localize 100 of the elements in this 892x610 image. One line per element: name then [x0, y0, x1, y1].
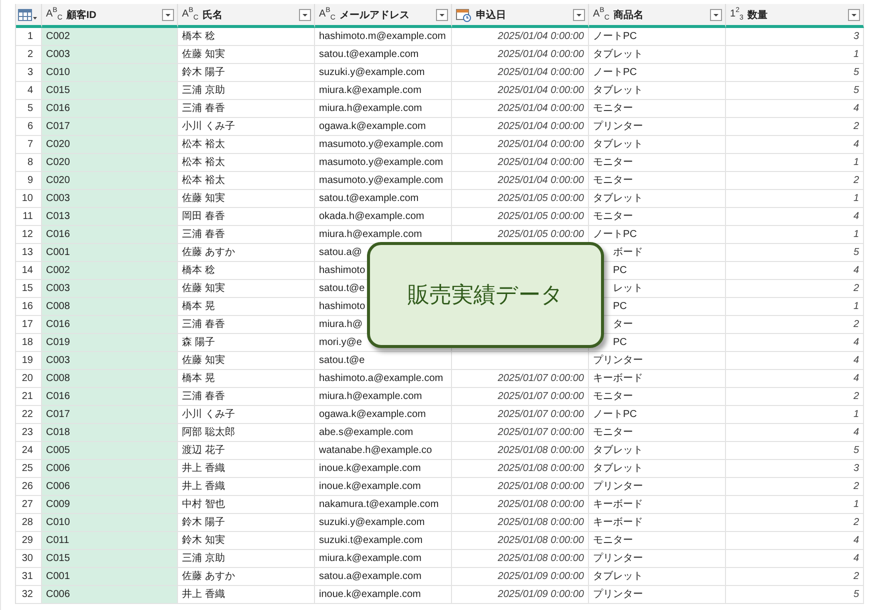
row-number: 22 — [16, 406, 42, 424]
row-number: 12 — [16, 226, 42, 244]
filter-dropdown-button[interactable] — [162, 8, 174, 20]
table-cell: C010 — [42, 514, 178, 532]
table-cell: C017 — [42, 406, 178, 424]
table-cell: モニター — [589, 532, 726, 550]
table-cell: 2 — [726, 478, 864, 496]
column-header[interactable]: 申込日 — [452, 4, 589, 28]
row-number: 27 — [16, 496, 42, 514]
table-cell: 1 — [726, 496, 864, 514]
row-number: 1 — [16, 28, 42, 46]
table-cell: satou.t@example.com — [315, 190, 452, 208]
table-cell: 2025/01/04 0:00:00 — [452, 28, 589, 46]
table-cell: 2025/01/07 0:00:00 — [452, 370, 589, 388]
table-cell: 4 — [726, 550, 864, 568]
filter-dropdown-button[interactable] — [573, 8, 585, 20]
row-number: 15 — [16, 280, 42, 298]
table-cell: ogawa.k@example.com — [315, 118, 452, 136]
table-cell: 1 — [726, 154, 864, 172]
column-header[interactable]: A$^{B}$$_{C}$ メールアドレス — [315, 4, 452, 28]
table-cell: C002 — [42, 28, 178, 46]
filter-dropdown-button[interactable] — [848, 8, 860, 20]
table-cell: suzuki.y@example.com — [315, 514, 452, 532]
row-number: 28 — [16, 514, 42, 532]
table-cell: C009 — [42, 496, 178, 514]
table-cell: 2 — [726, 280, 864, 298]
table-cell: satou.t@example.com — [315, 46, 452, 64]
table-cell: タブレット — [589, 136, 726, 154]
table-cell: 2025/01/04 0:00:00 — [452, 136, 589, 154]
calendar-clock-icon — [456, 8, 472, 22]
table-cell: C003 — [42, 190, 178, 208]
table-cell: 佐藤 あすか — [178, 244, 315, 262]
table-cell: 2025/01/04 0:00:00 — [452, 82, 589, 100]
table-cell: inoue.k@example.com — [315, 478, 452, 496]
table-cell: 松本 裕太 — [178, 136, 315, 154]
table-cell: C008 — [42, 298, 178, 316]
column-title: 申込日 — [476, 8, 507, 22]
table-cell: 三浦 京助 — [178, 82, 315, 100]
filter-dropdown-button[interactable] — [710, 8, 722, 20]
table-menu-button[interactable] — [18, 8, 38, 20]
table-cell: C008 — [42, 370, 178, 388]
table-cell: 井上 香織 — [178, 460, 315, 478]
table-cell: モニター — [589, 424, 726, 442]
row-number: 23 — [16, 424, 42, 442]
column-header[interactable]: A$^{B}$$_{C}$ 商品名 — [589, 4, 726, 28]
table-cell: 阿部 聡太郎 — [178, 424, 315, 442]
row-number: 19 — [16, 352, 42, 370]
table-cell: 2 — [726, 514, 864, 532]
table-cell: 三浦 春香 — [178, 388, 315, 406]
table-cell: ogawa.k@example.com — [315, 406, 452, 424]
row-number: 17 — [16, 316, 42, 334]
table-cell: C016 — [42, 316, 178, 334]
table-cell: C005 — [42, 442, 178, 460]
table-cell: キーボード — [589, 514, 726, 532]
table-cell: 2025/01/04 0:00:00 — [452, 118, 589, 136]
column-title: メールアドレス — [339, 8, 410, 22]
table-cell: hashimoto.m@example.com — [315, 28, 452, 46]
table-cell: C003 — [42, 352, 178, 370]
table-cell: C015 — [42, 82, 178, 100]
table-cell: C018 — [42, 424, 178, 442]
filter-dropdown-button[interactable] — [436, 8, 448, 20]
table-cell: 2025/01/08 0:00:00 — [452, 514, 589, 532]
table-cell: C016 — [42, 388, 178, 406]
table-cell: 2025/01/08 0:00:00 — [452, 550, 589, 568]
table-cell: C016 — [42, 100, 178, 118]
table-cell: 2 — [726, 316, 864, 334]
table-cell: C020 — [42, 172, 178, 190]
table-cell: 2025/01/08 0:00:00 — [452, 478, 589, 496]
table-cell: ノートPC — [589, 28, 726, 46]
table-cell: 2025/01/07 0:00:00 — [452, 406, 589, 424]
column-header[interactable]: A$^{B}$$_{C}$ 顧客ID — [42, 4, 178, 28]
table-cell: 橋本 稔 — [178, 28, 315, 46]
table-cell: 2025/01/05 0:00:00 — [452, 190, 589, 208]
callout-label: 販売実績データ — [367, 242, 604, 348]
filter-dropdown-button[interactable] — [299, 8, 311, 20]
table-cell: 2025/01/08 0:00:00 — [452, 460, 589, 478]
table-cell: 2025/01/04 0:00:00 — [452, 154, 589, 172]
column-title: 顧客ID — [66, 8, 98, 22]
column-title: 商品名 — [613, 8, 644, 22]
table-cell: miura.k@example.com — [315, 550, 452, 568]
table-cell: C015 — [42, 550, 178, 568]
table-cell: satou.t@e — [315, 352, 452, 370]
table-cell: モニター — [589, 172, 726, 190]
column-header[interactable]: A$^{B}$$_{C}$ 氏名 — [178, 4, 315, 28]
table-cell: 2025/01/08 0:00:00 — [452, 532, 589, 550]
table-cell: 5 — [726, 244, 864, 262]
column-header[interactable]: 1$^{2}$$_{3}$ 数量 — [726, 4, 864, 28]
table-cell: 小川 くみ子 — [178, 406, 315, 424]
table-cell: C019 — [42, 334, 178, 352]
table-cell: 2025/01/07 0:00:00 — [452, 388, 589, 406]
table-cell: 1 — [726, 226, 864, 244]
row-number: 16 — [16, 298, 42, 316]
table-cell: 渡辺 花子 — [178, 442, 315, 460]
table-cell: 三浦 春香 — [178, 100, 315, 118]
row-number: 30 — [16, 550, 42, 568]
row-number: 24 — [16, 442, 42, 460]
table-cell: watanabe.h@example.co — [315, 442, 452, 460]
table-cell: C011 — [42, 532, 178, 550]
table-cell: inoue.k@example.com — [315, 460, 452, 478]
table-cell: 橋本 晃 — [178, 298, 315, 316]
